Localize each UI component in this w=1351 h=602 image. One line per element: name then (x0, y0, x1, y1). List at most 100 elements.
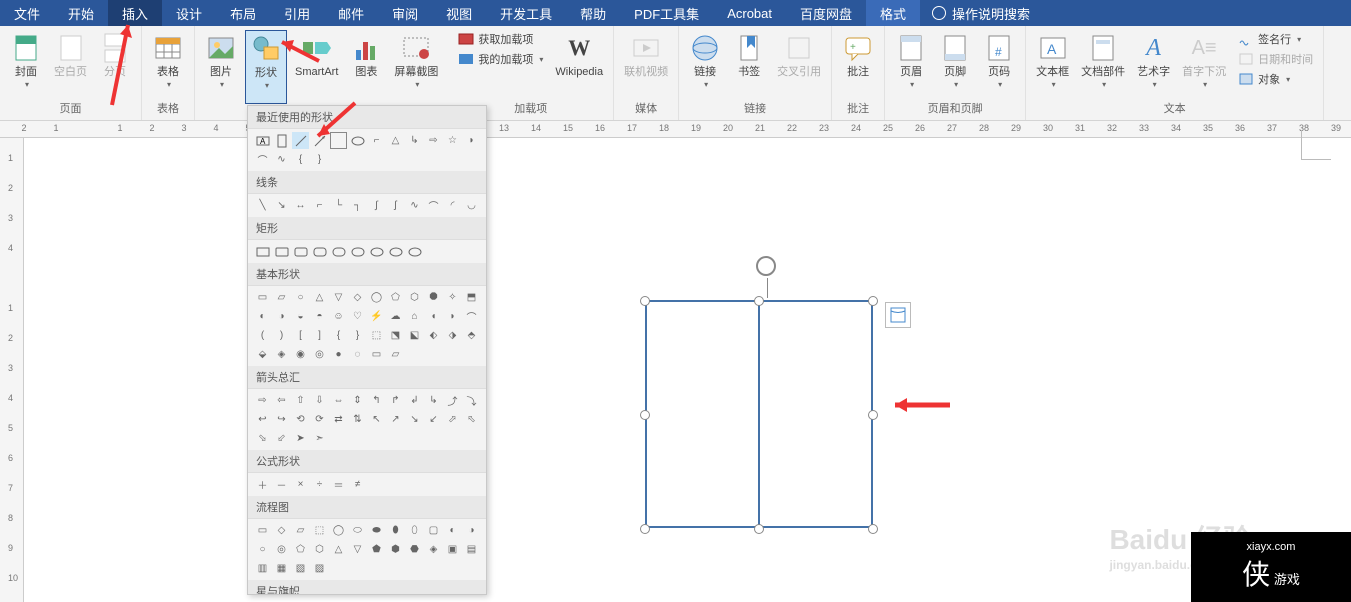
shape-item[interactable]: [ (292, 327, 309, 344)
shape-item[interactable]: ◎ (273, 541, 290, 558)
tab-view[interactable]: 视图 (432, 0, 486, 26)
tab-pdf[interactable]: PDF工具集 (620, 0, 713, 26)
tab-format[interactable]: 格式 (866, 0, 920, 26)
shape-item[interactable]: ▢ (425, 522, 442, 539)
shape-item[interactable]: ⟲ (292, 411, 309, 428)
shape-item[interactable]: ● (330, 346, 347, 363)
shape-item[interactable]: ⟳ (311, 411, 328, 428)
shape-item[interactable]: ◖ (425, 308, 442, 325)
rotate-handle[interactable] (756, 256, 776, 276)
shape-arrow-right[interactable]: ⇨ (425, 132, 442, 149)
shape-item[interactable]: △ (311, 289, 328, 306)
shape-item[interactable]: ◜ (444, 197, 461, 214)
shape-item[interactable]: ┐ (349, 197, 366, 214)
datetime-button[interactable]: 日期和时间 (1234, 50, 1317, 68)
tab-design[interactable]: 设计 (162, 0, 216, 26)
shape-item[interactable]: ) (273, 327, 290, 344)
tab-insert[interactable]: 插入 (108, 0, 162, 26)
shape-item[interactable]: ⬣ (406, 541, 423, 558)
tab-developer[interactable]: 开发工具 (486, 0, 566, 26)
pictures-button[interactable]: 图片▾ (201, 30, 241, 104)
tab-mail[interactable]: 邮件 (324, 0, 378, 26)
shape-item[interactable]: ▱ (273, 289, 290, 306)
shape-elbow-arrow[interactable]: ↳ (406, 132, 423, 149)
shape-rect[interactable] (330, 132, 347, 149)
shape-item[interactable]: ▧ (292, 560, 309, 577)
shape-item[interactable] (368, 243, 385, 260)
shape-item[interactable]: ⯃ (425, 289, 442, 306)
shape-item[interactable]: ⬚ (368, 327, 385, 344)
table-button[interactable]: 表格▾ (148, 30, 188, 100)
shape-item[interactable]: ＋ (254, 476, 271, 493)
shape-item[interactable]: ◯ (330, 522, 347, 539)
shape-item[interactable]: ▣ (444, 541, 461, 558)
shape-item[interactable]: ( (254, 327, 271, 344)
shape-item[interactable]: ◈ (273, 346, 290, 363)
shape-item[interactable]: ◑ (463, 522, 480, 539)
shape-item[interactable]: └ (330, 197, 347, 214)
shape-item[interactable]: ▭ (368, 346, 385, 363)
shape-item[interactable]: ⬁ (463, 411, 480, 428)
shapes-button[interactable]: 形状▾ (245, 30, 287, 104)
shape-item[interactable] (311, 243, 328, 260)
header-button[interactable]: 页眉▾ (891, 30, 931, 100)
shape-item[interactable]: { (330, 327, 347, 344)
page-break-button[interactable]: 分页 (95, 30, 135, 100)
shape-item[interactable]: ↳ (425, 392, 442, 409)
shape-item[interactable]: ○ (254, 541, 271, 558)
layout-options-button[interactable] (885, 302, 911, 328)
shape-brace-l[interactable]: { (292, 151, 309, 168)
shape-item[interactable]: ⌂ (406, 308, 423, 325)
shape-item[interactable] (292, 243, 309, 260)
shape-item[interactable]: ◯ (368, 289, 385, 306)
shape-item[interactable]: ▽ (349, 541, 366, 558)
shape-item[interactable]: ▤ (463, 541, 480, 558)
shape-item[interactable]: ⬃ (273, 430, 290, 447)
shape-item[interactable]: ⬖ (425, 327, 442, 344)
shape-item[interactable]: ⇧ (292, 392, 309, 409)
my-addins-button[interactable]: 我的加载项▾ (454, 50, 547, 68)
shape-item[interactable]: ÷ (311, 476, 328, 493)
shape-item[interactable]: ⬡ (311, 541, 328, 558)
shape-item[interactable]: ⬭ (349, 522, 366, 539)
shape-item[interactable]: ⌒ (425, 197, 442, 214)
resize-handle-se[interactable] (868, 524, 878, 534)
shape-item[interactable]: ╲ (254, 197, 271, 214)
shape-item[interactable]: ◌ (349, 346, 366, 363)
shape-item[interactable]: ⬬ (368, 522, 385, 539)
shape-item[interactable] (387, 243, 404, 260)
chart-button[interactable]: 图表 (346, 30, 386, 104)
tab-references[interactable]: 引用 (270, 0, 324, 26)
link-button[interactable]: 链接▾ (685, 30, 725, 100)
shape-item[interactable]: ◐ (444, 522, 461, 539)
resize-handle-n[interactable] (754, 296, 764, 306)
shape-item[interactable]: ⬠ (387, 289, 404, 306)
tab-layout[interactable]: 布局 (216, 0, 270, 26)
shape-item[interactable]: ↖ (368, 411, 385, 428)
help-search[interactable]: 操作说明搜索 (920, 0, 1042, 26)
shape-item[interactable]: ↔ (292, 197, 309, 214)
blank-page-button[interactable]: 空白页 (50, 30, 91, 100)
shape-item[interactable]: ↘ (273, 197, 290, 214)
shape-item[interactable]: × (292, 476, 309, 493)
resize-handle-w[interactable] (640, 410, 650, 420)
shape-item[interactable]: ⇕ (349, 392, 366, 409)
shape-item[interactable]: ʃ (387, 197, 404, 214)
wordart-button[interactable]: A 艺术字▾ (1133, 30, 1174, 100)
shape-item[interactable]: ↘ (406, 411, 423, 428)
dropcap-button[interactable]: A≡ 首字下沉▾ (1178, 30, 1230, 100)
shape-textbox-horz[interactable]: A (254, 132, 271, 149)
shape-item[interactable]: ◑ (273, 308, 290, 325)
shape-item[interactable]: ↲ (406, 392, 423, 409)
pagenum-button[interactable]: # 页码▾ (979, 30, 1019, 100)
shape-item[interactable]: ▭ (254, 522, 271, 539)
shape-item[interactable]: ⌐ (311, 197, 328, 214)
tab-file[interactable]: 文件 (0, 0, 54, 26)
shape-item[interactable]: ⚡ (368, 308, 385, 325)
shape-star[interactable]: ☆ (444, 132, 461, 149)
shape-item[interactable]: ⬒ (463, 289, 480, 306)
shape-item[interactable]: ▽ (330, 289, 347, 306)
shape-item[interactable]: ↪ (273, 411, 290, 428)
shape-item[interactable]: ⬘ (463, 327, 480, 344)
shape-item[interactable]: ↰ (368, 392, 385, 409)
